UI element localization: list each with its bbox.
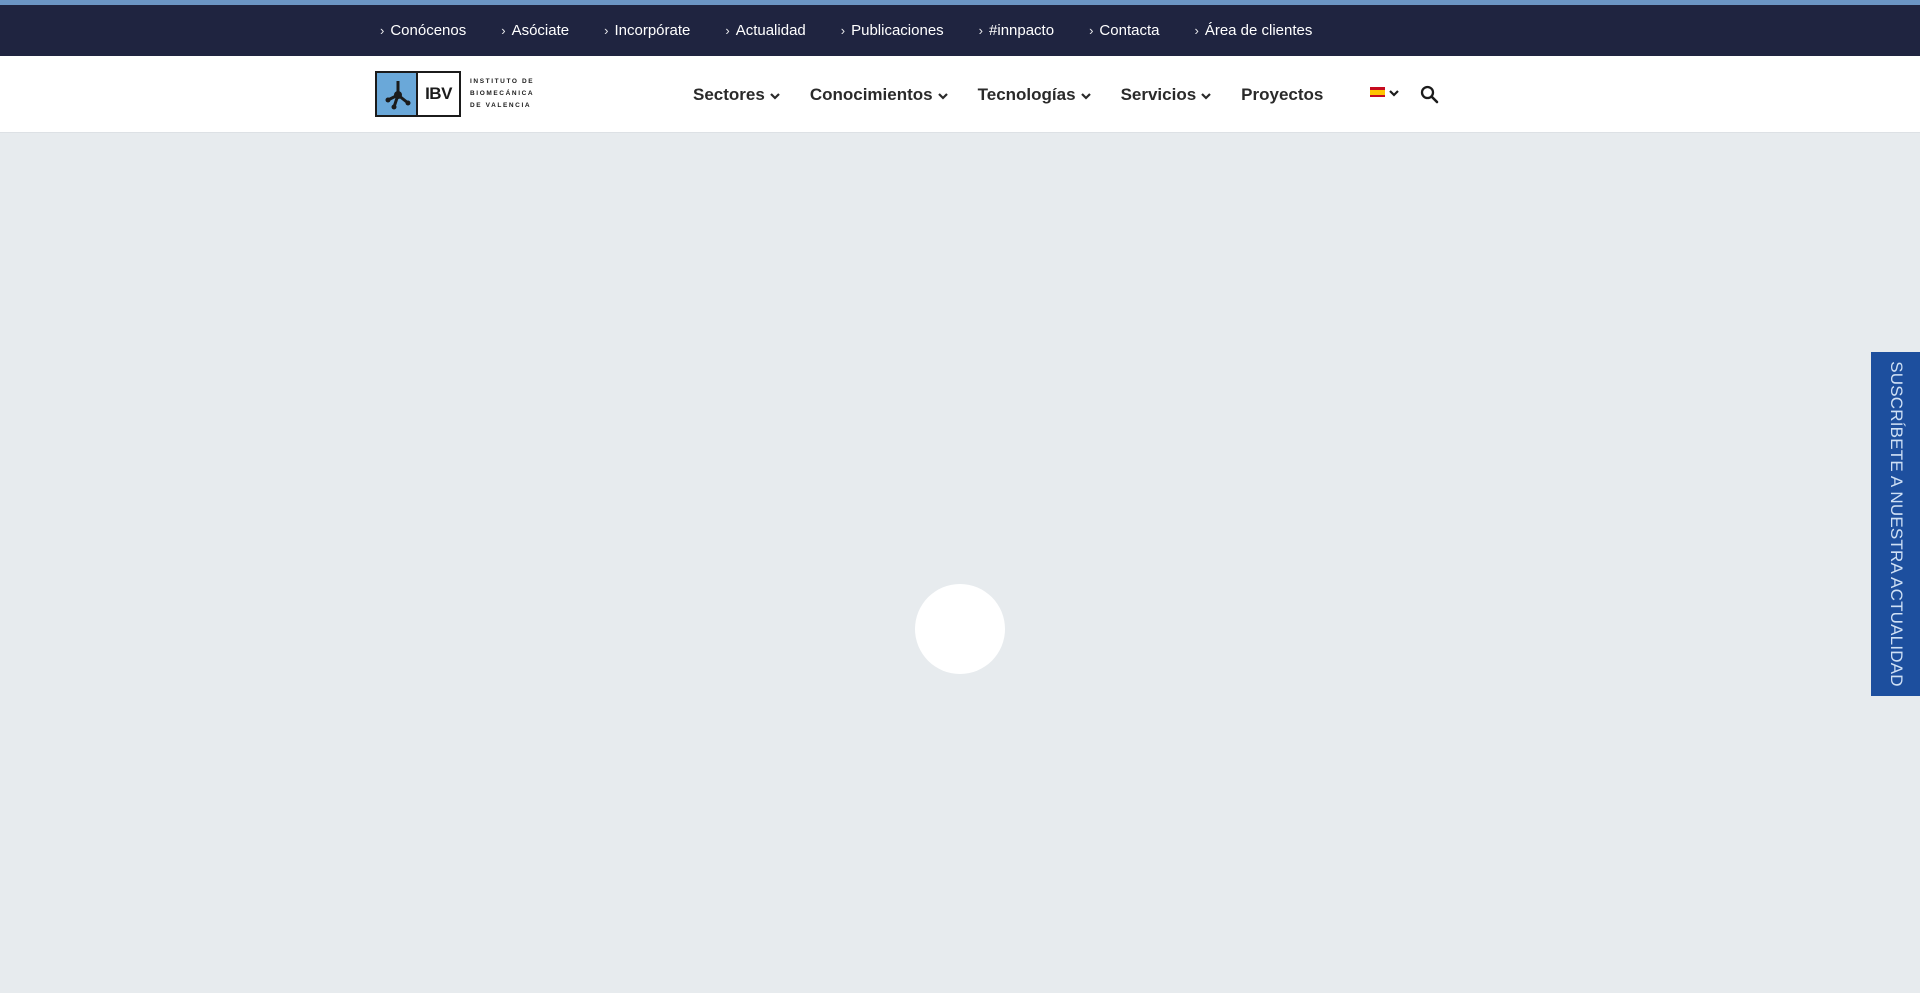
chevron-down-icon bbox=[937, 92, 948, 100]
top-nav-item-asociate[interactable]: › Asóciate bbox=[501, 22, 569, 39]
logo-mark: IBV bbox=[375, 71, 461, 117]
spain-flag-icon bbox=[1370, 87, 1385, 97]
main-nav: Sectores Conocimientos Tecnologías Servi… bbox=[693, 56, 1353, 133]
main-header: IBV INSTITUTO DE BIOMECÁNICA DE VALENCIA… bbox=[0, 56, 1920, 133]
top-nav-item-area-clientes[interactable]: › Área de clientes bbox=[1194, 22, 1312, 39]
chevron-right-icon: › bbox=[380, 23, 385, 38]
chevron-down-icon bbox=[770, 92, 780, 100]
chevron-down-icon bbox=[1080, 92, 1091, 100]
top-nav-item-conocenos[interactable]: › Conócenos bbox=[380, 22, 466, 39]
chevron-right-icon: › bbox=[840, 23, 846, 38]
top-nav-item-actualidad[interactable]: › Actualidad bbox=[725, 22, 805, 39]
chevron-right-icon: › bbox=[604, 23, 609, 38]
top-nav: › Conócenos › Asóciate › Incorpórate › Actua… bbox=[380, 5, 1347, 56]
nav-item-tecnologias[interactable]: Tecnologías bbox=[978, 85, 1091, 105]
top-nav-item-innpacto[interactable]: › #innpacto bbox=[979, 22, 1054, 39]
chevron-down-icon bbox=[1201, 92, 1211, 100]
loading-spinner bbox=[915, 584, 1005, 674]
logo-text: INSTITUTO DE BIOMECÁNICA DE VALENCIA bbox=[470, 78, 535, 109]
top-nav-item-incorporate[interactable]: › Incorpórate bbox=[604, 22, 690, 39]
search-icon bbox=[1420, 85, 1439, 104]
chevron-right-icon: › bbox=[1194, 23, 1199, 38]
subscribe-label: SUSCRÍBETE A NUESTRA ACTUALIDAD bbox=[1886, 361, 1906, 687]
ibv-logo[interactable]: IBV INSTITUTO DE BIOMECÁNICA DE VALENCIA bbox=[375, 71, 534, 117]
top-nav-item-contacta[interactable]: › Contacta bbox=[1089, 22, 1159, 39]
chevron-down-icon bbox=[1389, 89, 1399, 97]
nav-item-conocimientos[interactable]: Conocimientos bbox=[810, 85, 948, 105]
chevron-right-icon: › bbox=[501, 23, 506, 38]
nav-item-proyectos[interactable]: Proyectos bbox=[1241, 85, 1323, 105]
chevron-right-icon: › bbox=[1089, 23, 1094, 38]
top-nav-item-publicaciones[interactable]: › Publicaciones bbox=[841, 22, 944, 39]
subscribe-tab[interactable]: SUSCRÍBETE A NUESTRA ACTUALIDAD bbox=[1871, 352, 1920, 696]
logo-icon bbox=[377, 73, 418, 115]
search-button[interactable] bbox=[1420, 85, 1439, 109]
language-selector[interactable] bbox=[1370, 87, 1399, 97]
chevron-right-icon: › bbox=[725, 23, 730, 38]
logo-letters: IBV bbox=[425, 84, 452, 103]
nav-item-servicios[interactable]: Servicios bbox=[1121, 85, 1212, 105]
top-bar: › Conócenos › Asóciate › Incorpórate › Actua… bbox=[0, 5, 1920, 56]
chevron-right-icon: › bbox=[978, 23, 984, 38]
nav-item-sectores[interactable]: Sectores bbox=[693, 85, 780, 105]
molecule-icon bbox=[385, 81, 411, 110]
